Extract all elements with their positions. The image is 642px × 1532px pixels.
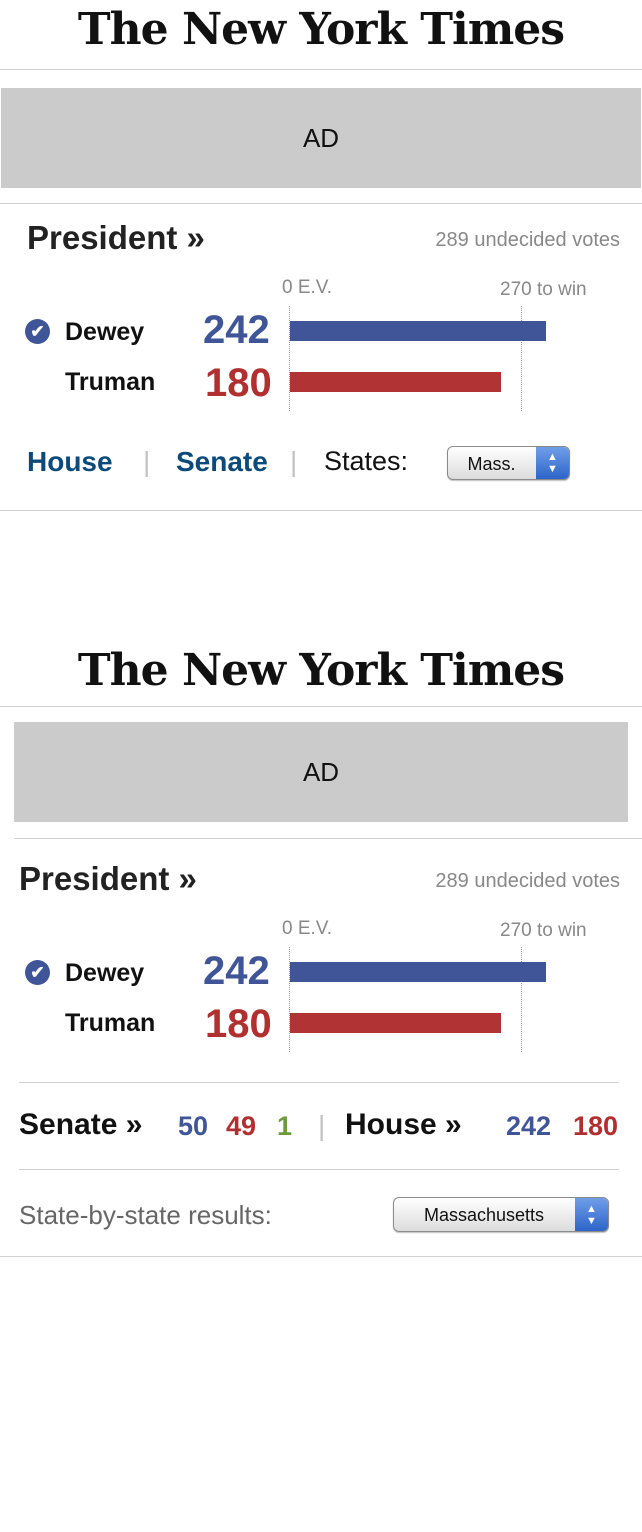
separator: |: [143, 446, 151, 477]
divider: [19, 1169, 619, 1170]
state-select-value: Massachusetts: [423, 1205, 545, 1225]
president-heading-link[interactable]: President »: [27, 219, 205, 257]
divider: [0, 706, 642, 707]
senate-other-count: 1: [277, 1111, 293, 1141]
candidate-name-dewey: Dewey: [65, 318, 145, 346]
axis-start-label: 0 E.V.: [282, 918, 333, 939]
senate-link[interactable]: Senate »: [19, 1108, 142, 1142]
divider: [0, 1256, 642, 1257]
truman-bar: [290, 1013, 501, 1033]
divider: [0, 510, 642, 511]
truman-bar: [290, 372, 501, 392]
truman-electoral-votes: 180: [205, 361, 272, 405]
state-by-state-label: State-by-state results:: [19, 1200, 272, 1230]
nyt-logo[interactable]: The New York Times: [0, 4, 642, 55]
axis-start-label: 0 E.V.: [282, 277, 333, 298]
axis-goal-label: 270 to win: [500, 920, 587, 941]
dewey-electoral-votes: 242: [203, 308, 270, 352]
candidate-name-dewey: Dewey: [65, 959, 145, 987]
divider: [19, 1082, 619, 1083]
house-link[interactable]: House »: [345, 1108, 462, 1142]
separator: |: [290, 446, 298, 477]
candidate-name-truman: Truman: [65, 368, 156, 396]
president-heading-link[interactable]: President »: [19, 860, 197, 898]
select-arrows-icon: ▲ ▼: [536, 447, 569, 479]
nyt-logo[interactable]: The New York Times: [0, 645, 642, 696]
ad-banner[interactable]: AD: [14, 722, 628, 822]
undecided-votes: 289 undecided votes: [435, 229, 620, 251]
state-select-value: Mass.: [467, 454, 516, 474]
select-arrows-icon: ▲ ▼: [575, 1198, 608, 1231]
ad-label: AD: [302, 756, 340, 787]
ad-label: AD: [302, 122, 340, 153]
axis-goal-label: 270 to win: [500, 279, 587, 300]
separator: |: [318, 1110, 326, 1141]
senate-link[interactable]: Senate: [176, 446, 268, 478]
house-dem-count: 242: [506, 1111, 552, 1141]
states-label: States:: [324, 446, 409, 476]
divider: [0, 203, 642, 204]
truman-electoral-votes: 180: [205, 1002, 272, 1046]
dewey-electoral-votes: 242: [203, 949, 270, 993]
state-select[interactable]: Massachusetts ▲ ▼: [393, 1197, 609, 1232]
house-link[interactable]: House: [27, 446, 113, 478]
dewey-bar: [290, 962, 546, 982]
winner-check-icon: ✔: [25, 960, 50, 985]
state-select[interactable]: Mass. ▲ ▼: [447, 446, 570, 480]
divider: [14, 838, 642, 839]
house-rep-count: 180: [573, 1111, 619, 1141]
winner-check-icon: ✔: [25, 319, 50, 344]
ad-banner[interactable]: AD: [1, 88, 641, 188]
senate-dem-count: 50: [178, 1111, 209, 1141]
undecided-votes: 289 undecided votes: [435, 870, 620, 892]
candidate-name-truman: Truman: [65, 1009, 156, 1037]
divider: [0, 69, 642, 70]
senate-rep-count: 49: [226, 1111, 257, 1141]
dewey-bar: [290, 321, 546, 341]
